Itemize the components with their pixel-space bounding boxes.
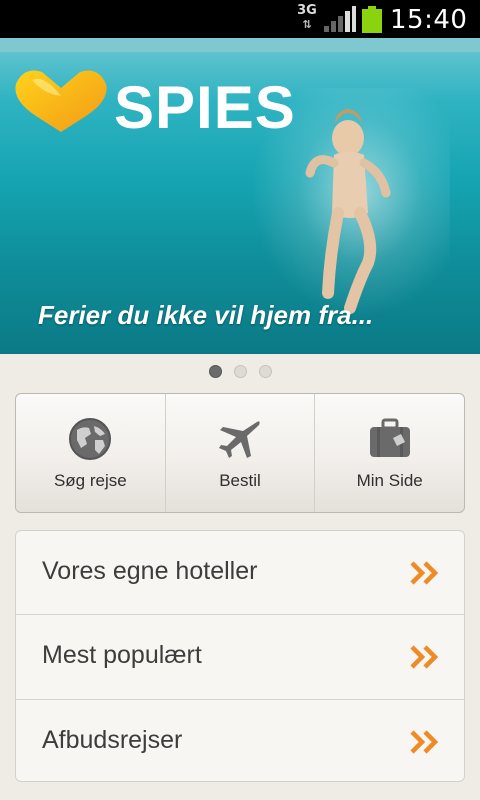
action-tiles: Søg rejse Bestil Min Side	[15, 393, 465, 513]
list-item-label: Mest populært	[42, 641, 202, 669]
clock: 15:40	[390, 5, 468, 35]
network-type: 3G	[297, 3, 317, 18]
signal-icon	[324, 6, 356, 32]
hero-banner[interactable]: SPIES Ferier du ikke vil hjem fra...	[0, 38, 480, 354]
battery-icon	[362, 6, 382, 33]
list-item-label: Afbudsrejser	[42, 726, 183, 754]
list-item-last-minute[interactable]: Afbudsrejser	[16, 699, 464, 784]
book-button[interactable]: Bestil	[164, 394, 315, 512]
suitcase-icon	[369, 418, 410, 457]
pager-dot-3[interactable]	[258, 365, 272, 378]
network-indicator: 3G ⇅	[296, 4, 318, 34]
status-bar: 3G ⇅ 15:40	[0, 0, 480, 38]
swimmer-image	[305, 109, 391, 314]
pager-dot-2[interactable]	[233, 365, 247, 378]
double-chevron-right-icon	[410, 561, 439, 585]
search-trip-label: Søg rejse	[53, 471, 127, 490]
list-item-own-hotels[interactable]: Vores egne hoteller	[16, 531, 464, 614]
double-chevron-right-icon	[410, 730, 439, 754]
list-item-most-popular[interactable]: Mest populært	[16, 614, 464, 699]
list-item-label: Vores egne hoteller	[42, 557, 258, 585]
spies-heart-logo	[15, 70, 107, 132]
airplane-icon	[219, 421, 260, 458]
globe-icon	[69, 418, 112, 460]
search-trip-button[interactable]: Søg rejse	[16, 394, 165, 512]
carousel-pager	[0, 365, 480, 385]
menu-list: Vores egne hoteller Mest populært Afbuds…	[15, 530, 465, 782]
brand-wordmark: SPIES	[114, 74, 296, 141]
hero-caption: Ferier du ikke vil hjem fra...	[38, 300, 374, 330]
my-page-button[interactable]: Min Side	[314, 394, 464, 512]
data-arrows-icon: ⇅	[302, 18, 312, 31]
my-page-label: Min Side	[356, 471, 423, 490]
double-chevron-right-icon	[410, 645, 439, 669]
book-label: Bestil	[219, 471, 261, 490]
pager-dot-1[interactable]	[208, 365, 222, 378]
